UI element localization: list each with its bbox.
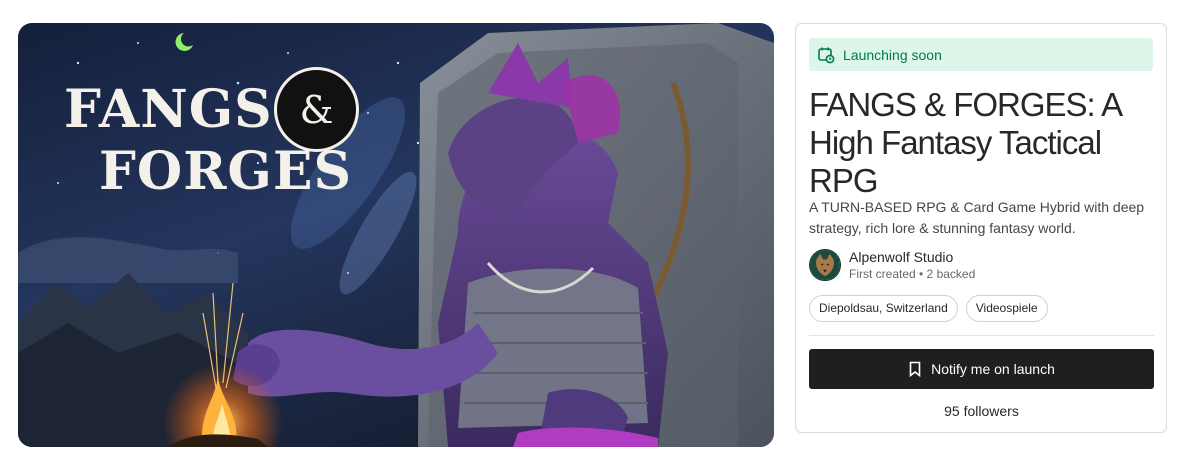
logo-ampersand: &: [299, 87, 334, 132]
logo-emblem: &: [274, 67, 359, 152]
wolf-avatar-icon: [810, 250, 840, 280]
notify-button-label: Notify me on launch: [931, 361, 1055, 377]
creator-meta: First created • 2 backed: [849, 266, 976, 281]
tag-category[interactable]: Videospiele: [965, 295, 1048, 322]
launching-soon-badge: Launching soon: [809, 38, 1153, 71]
bookmark-icon: [908, 361, 922, 377]
tag-location[interactable]: Diepoldsau, Switzerland: [809, 295, 958, 322]
logo-text-forges: FORGES: [99, 141, 353, 202]
creator-info[interactable]: Alpenwolf Studio First created • 2 backe…: [809, 248, 975, 282]
logo-text-fangs: FANGS: [64, 79, 273, 140]
project-blurb: A TURN-BASED RPG & Card Game Hybrid with…: [809, 199, 1145, 236]
game-logo: FANGS & FORGES: [64, 67, 384, 229]
status-label: Launching soon: [843, 46, 942, 63]
project-hero-image[interactable]: FANGS & FORGES: [18, 23, 774, 447]
project-tags: Diepoldsau, Switzerland Videospiele: [809, 295, 1048, 322]
project-title[interactable]: FANGS & FORGES: A High Fantasy Tactical …: [809, 86, 1159, 200]
notify-me-button[interactable]: Notify me on launch: [809, 349, 1154, 389]
calendar-clock-icon: [817, 46, 835, 64]
creator-name[interactable]: Alpenwolf Studio: [849, 249, 975, 266]
followers-count: 95 followers: [944, 403, 1019, 419]
card-divider: [809, 335, 1154, 336]
creator-avatar[interactable]: [809, 249, 841, 281]
project-info-card: Launching soon FANGS & FORGES: A High Fa…: [795, 23, 1167, 433]
